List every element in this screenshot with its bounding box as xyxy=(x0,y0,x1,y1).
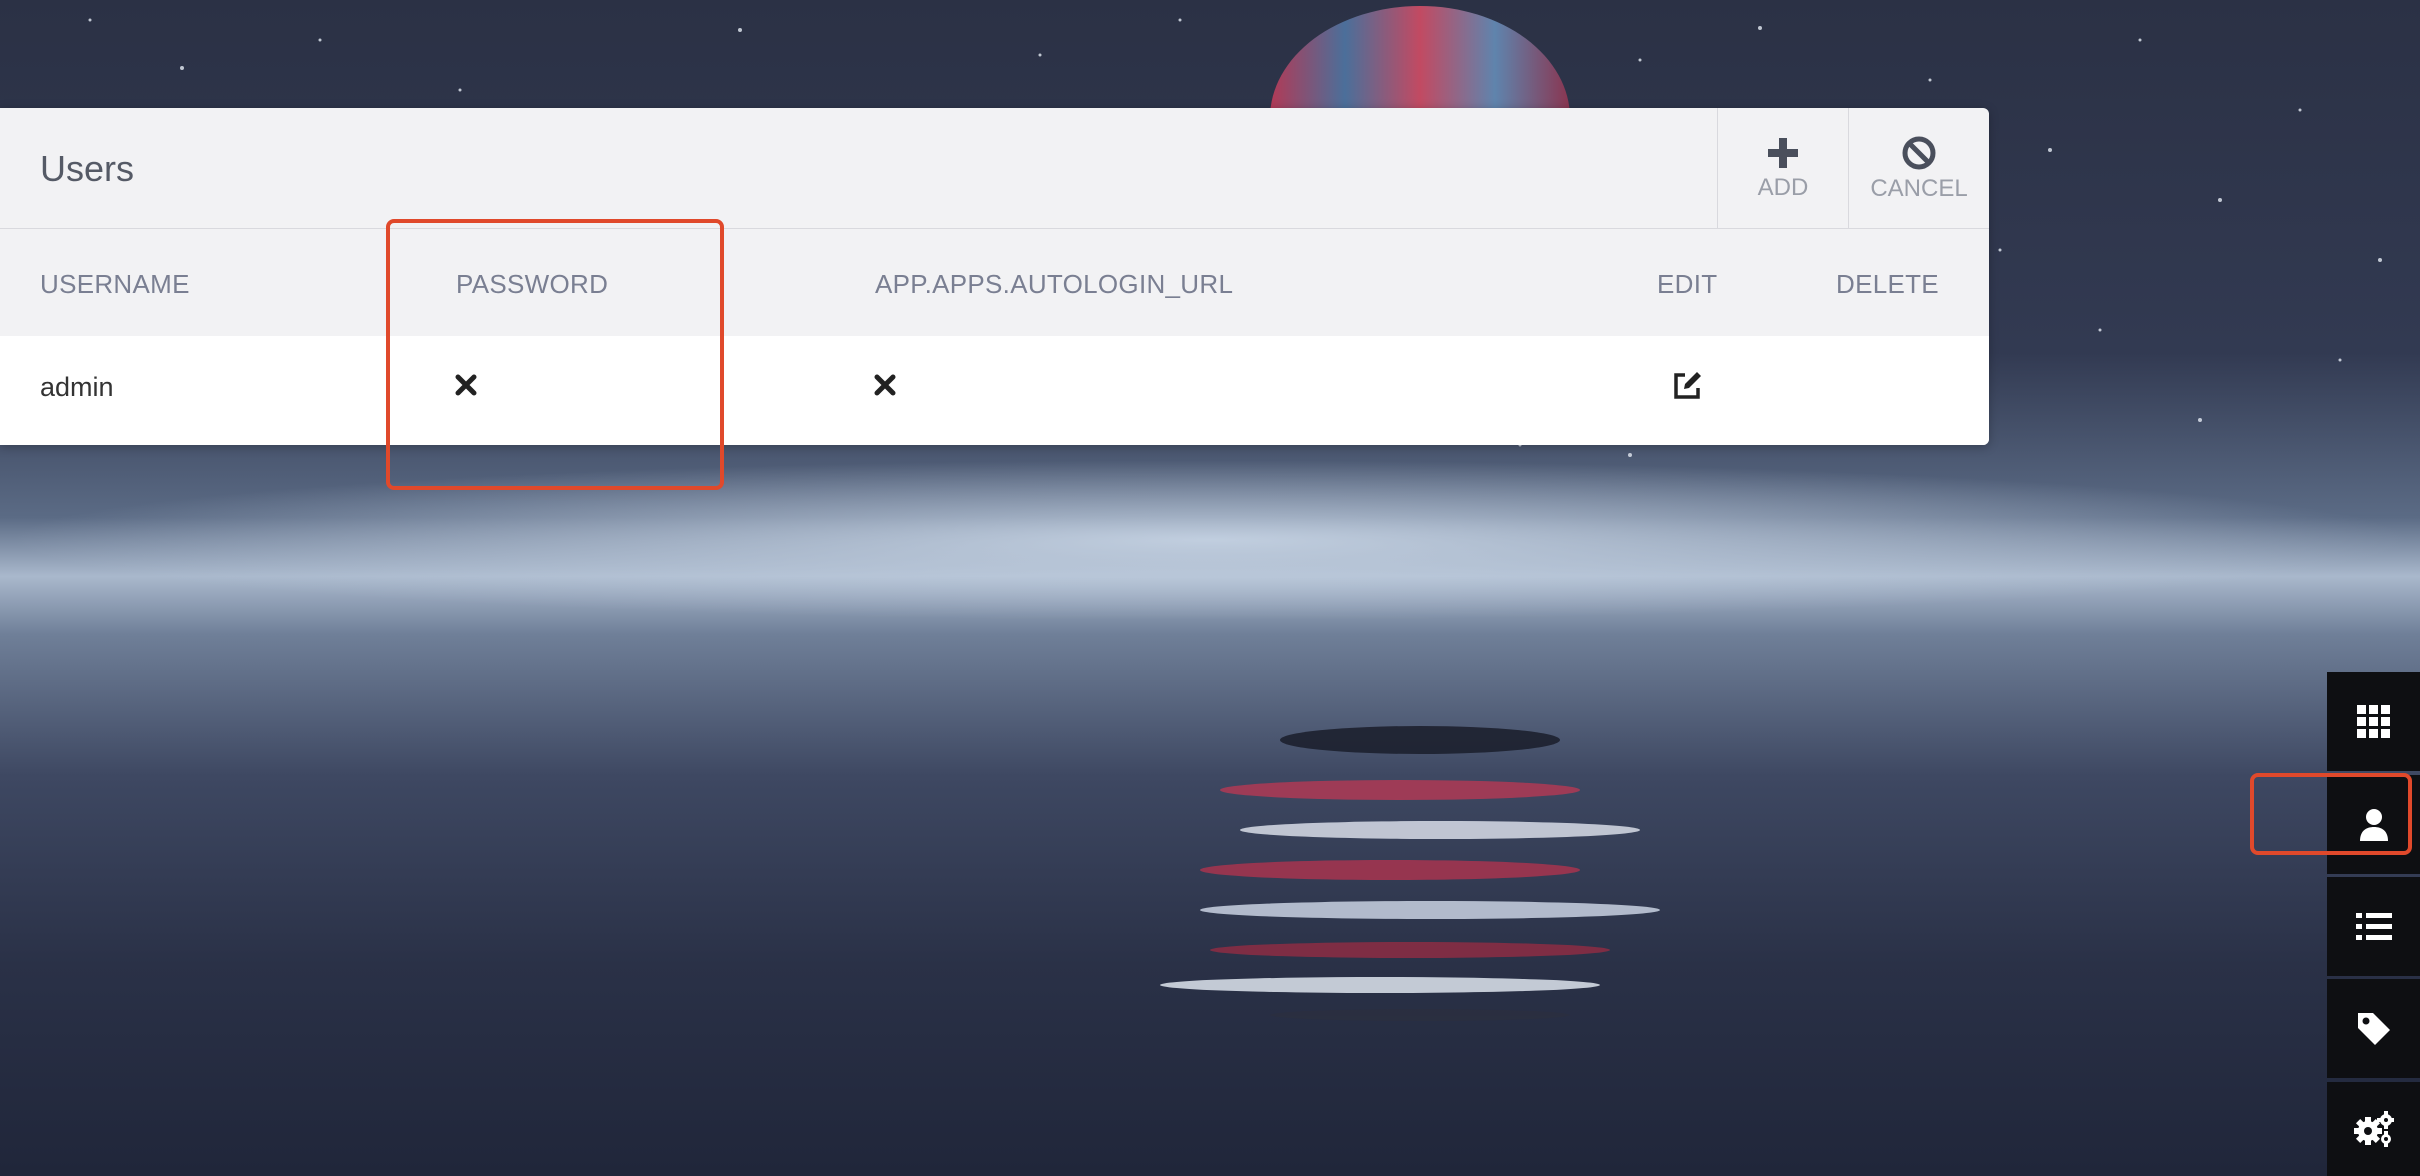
users-sidebar-highlight xyxy=(2250,773,2412,855)
sidebar-item-settings[interactable] xyxy=(2327,1082,2420,1176)
table-row: admin xyxy=(0,336,1989,445)
add-button-label: ADD xyxy=(1757,173,1809,201)
panel-header: Users ADD CANCEL xyxy=(0,108,1989,229)
column-header-username[interactable]: USERNAME xyxy=(40,269,190,300)
column-header-edit: EDIT xyxy=(1657,269,1718,299)
tag-icon xyxy=(2357,1012,2390,1045)
cancel-button[interactable]: CANCEL xyxy=(1848,108,1989,229)
desktop-background: Users ADD CANCEL USERNAME PASSWORD APP.A… xyxy=(0,0,2420,1176)
column-header-delete: DELETE xyxy=(1836,269,1939,299)
gears-icon xyxy=(2353,1111,2394,1147)
cancel-button-label: CANCEL xyxy=(1870,174,1968,202)
sidebar-item-tags[interactable] xyxy=(2327,979,2420,1078)
grid-icon xyxy=(2356,704,2390,738)
sidebar-item-apps[interactable] xyxy=(2327,672,2420,771)
x-icon xyxy=(874,374,896,396)
username-cell: admin xyxy=(40,372,114,402)
ban-icon xyxy=(1902,136,1936,169)
column-header-autologin-url[interactable]: APP.APPS.AUTOLOGIN_URL xyxy=(875,269,1233,300)
right-sidebar xyxy=(2327,672,2420,1176)
plus-icon xyxy=(1768,137,1798,168)
page-title: Users xyxy=(40,148,135,189)
edit-icon[interactable] xyxy=(1671,370,1703,402)
add-button[interactable]: ADD xyxy=(1717,108,1848,229)
password-column-highlight xyxy=(386,219,724,490)
sidebar-item-list[interactable] xyxy=(2327,877,2420,976)
users-panel: Users ADD CANCEL USERNAME PASSWORD APP.A… xyxy=(0,108,1989,445)
table-header: USERNAME PASSWORD APP.APPS.AUTOLOGIN_URL… xyxy=(0,229,1989,336)
list-icon xyxy=(2355,912,2392,940)
